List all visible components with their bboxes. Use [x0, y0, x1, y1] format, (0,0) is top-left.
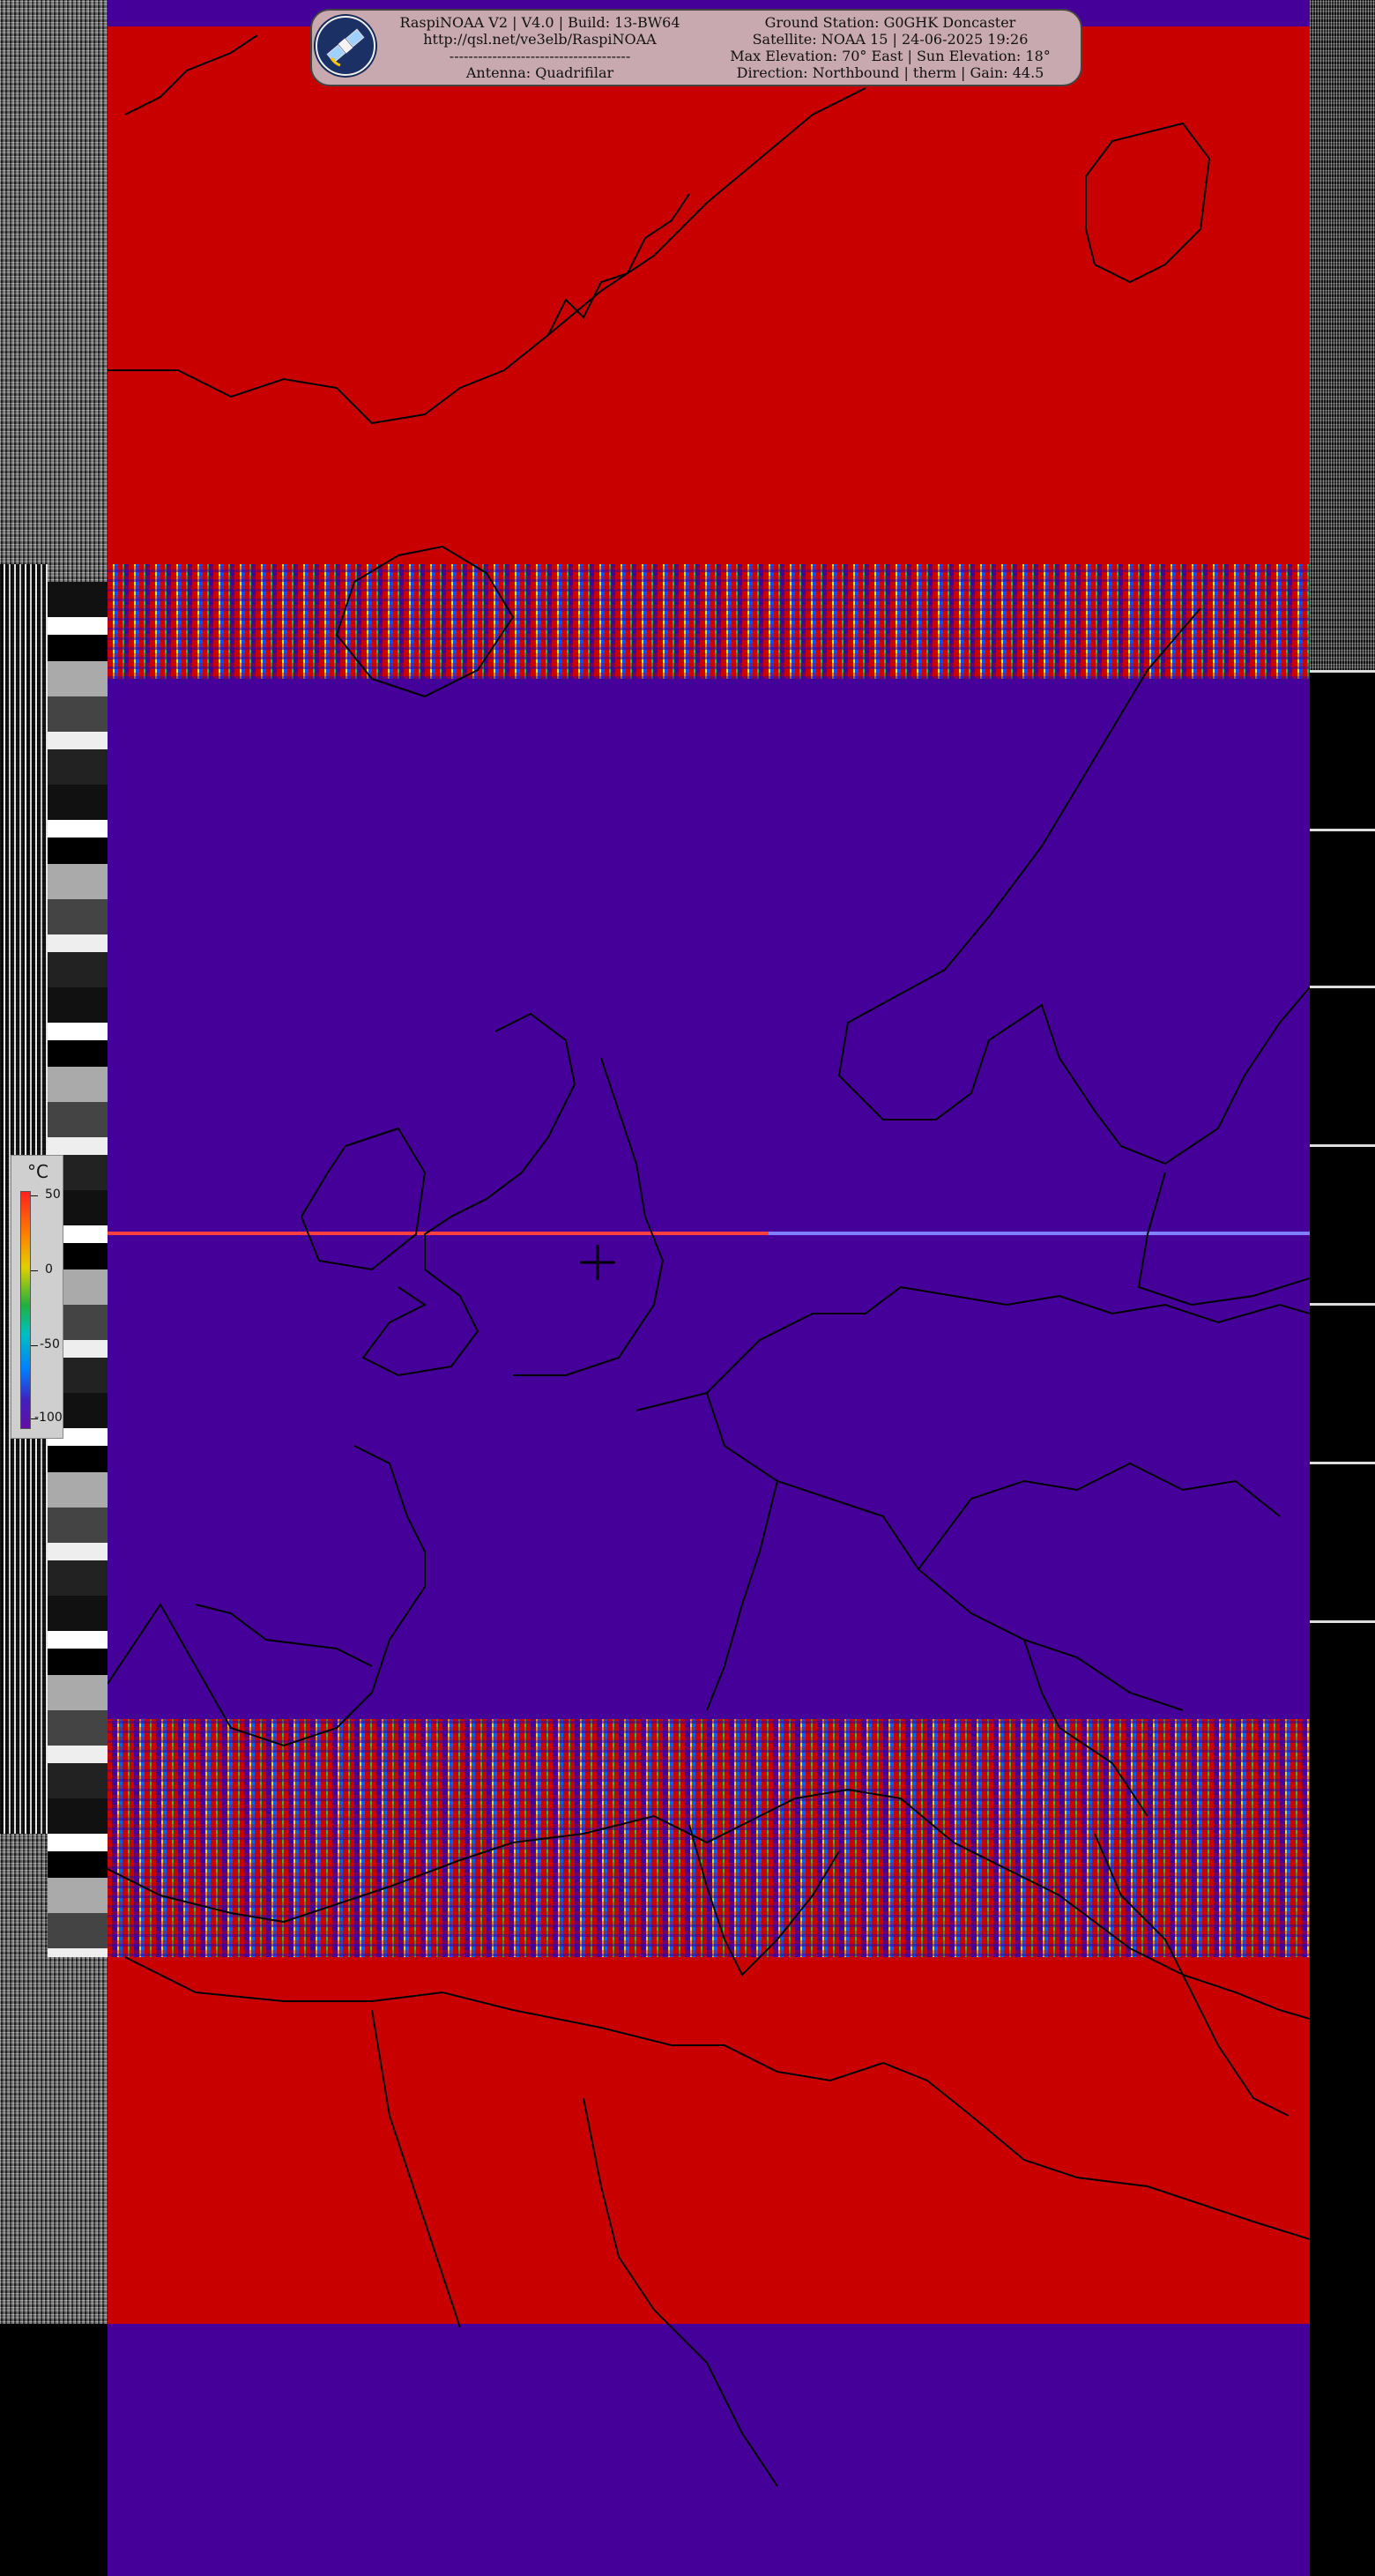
- scandinavia-coast: [837, 607, 1310, 1165]
- france-biscay-coast: [108, 1445, 426, 1747]
- right-sync-tick: [1310, 670, 1375, 673]
- right-sync-tick: [1310, 1144, 1375, 1147]
- right-sync-tick: [1310, 829, 1375, 831]
- right-sync-tick: [1310, 986, 1375, 988]
- ground-station-line: Ground Station: G0GHK Doncaster: [764, 14, 1016, 31]
- separator-line: --------------------------------------: [449, 48, 631, 64]
- north-africa-coast: [124, 1956, 1310, 2240]
- temperature-color-scale: [20, 1191, 31, 1429]
- pass-details-block: Ground Station: G0GHK Doncaster Satellit…: [705, 14, 1075, 81]
- tick-label-minus-100: -100: [34, 1411, 63, 1425]
- tick-label-minus-50: -50: [40, 1337, 60, 1351]
- satellite-image: RaspiNOAA V2 | V4.0 | Build: 13-BW64 htt…: [0, 0, 1375, 2576]
- tick-mark: [31, 1270, 38, 1271]
- project-url-line: http://qsl.net/ve3elb/RaspiNOAA: [423, 31, 657, 48]
- direction-gain-line: Direction: Northbound | therm | Gain: 44…: [736, 64, 1044, 81]
- coastline-overlay: [108, 34, 1310, 2487]
- right-sync-tick: [1310, 1462, 1375, 1464]
- iceland-coast: [335, 545, 515, 698]
- bottom-left-filler: [0, 2324, 108, 2576]
- right-sync-tick: [1310, 1620, 1375, 1623]
- temperature-legend: °C 50 0 -50 -100: [11, 1155, 63, 1439]
- right-black-strip: [1310, 670, 1375, 2345]
- tick-mark: [31, 1345, 38, 1346]
- satellite-icon: [316, 16, 375, 76]
- raspinoaa-logo: [314, 14, 377, 78]
- great-britain-coast: [361, 1012, 576, 1377]
- elevation-line: Max Elevation: 70° East | Sun Elevation:…: [730, 48, 1051, 64]
- software-version-line: RaspiNOAA V2 | V4.0 | Build: 13-BW64: [399, 14, 680, 31]
- station-software-block: RaspiNOAA V2 | V4.0 | Build: 13-BW64 htt…: [379, 14, 701, 81]
- satellite-line: Satellite: NOAA 15 | 24-06-2025 19:26: [752, 31, 1029, 48]
- bottom-right-filler: [1310, 2324, 1375, 2576]
- crosshair-icon: [580, 1245, 615, 1280]
- north-europe-coast: [635, 1285, 1310, 1411]
- tick-label-50: 50: [45, 1187, 61, 1202]
- tick-label-0: 0: [45, 1262, 53, 1277]
- greenland-coast: [108, 34, 866, 425]
- temperature-unit: °C: [27, 1161, 48, 1182]
- svalbard-coast: [1085, 122, 1211, 284]
- tick-mark: [31, 1195, 38, 1196]
- antenna-line: Antenna: Quadrifilar: [465, 64, 614, 81]
- ireland-coast: [300, 1127, 427, 1271]
- right-sync-tick: [1310, 1303, 1375, 1306]
